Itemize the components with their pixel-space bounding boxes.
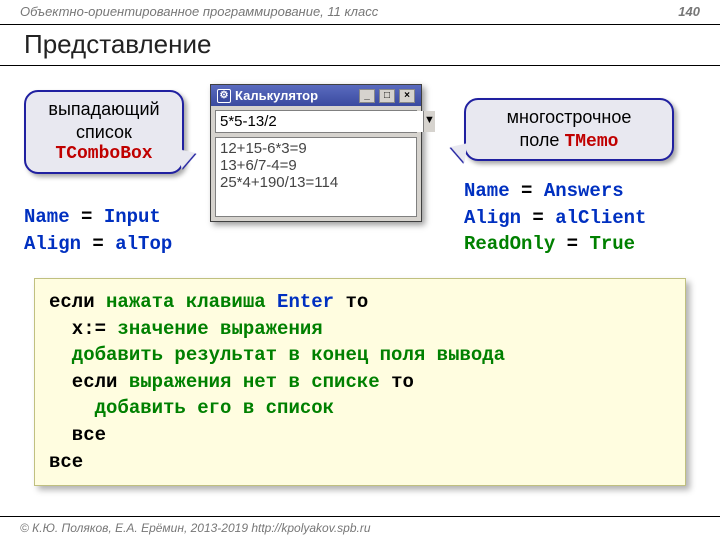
course-label: Объектно-ориентированное программировани…: [20, 4, 378, 18]
minimize-button[interactable]: _: [359, 89, 375, 103]
pseudocode-box: если нажата клавиша Enter то x:= значени…: [34, 278, 686, 486]
footer: © К.Ю. Поляков, Е.А. Ерёмин, 2013-2019 h…: [0, 516, 720, 540]
props-input: Name = Input Align = alTop: [24, 204, 172, 257]
close-button[interactable]: ×: [399, 89, 415, 103]
callout-line: поле TMemo: [480, 129, 658, 154]
callout-line: многострочное: [480, 106, 658, 129]
window-title: Калькулятор: [235, 88, 318, 103]
memo-output: 12+15-6*3=9 13+6/7-4=9 25*4+190/13=114: [215, 137, 417, 217]
calculator-window: ⚙ Калькулятор _ □ × ▼ 12+15-6*3=9 13+6/7…: [210, 84, 422, 222]
callout-line: список: [40, 121, 168, 144]
callout-line: выпадающий: [40, 98, 168, 121]
combo-input[interactable]: ▼: [215, 110, 417, 133]
content-area: выпадающий список TComboBox многострочно…: [0, 78, 720, 512]
page-number: 140: [678, 4, 700, 18]
app-icon: ⚙: [217, 89, 231, 103]
callout-tail-icon: [449, 141, 468, 163]
callout-memo: многострочное поле TMemo: [464, 98, 674, 161]
header-strip: Объектно-ориентированное программировани…: [0, 0, 720, 22]
expression-input[interactable]: [216, 111, 423, 132]
calculator-titlebar[interactable]: ⚙ Калькулятор _ □ ×: [211, 85, 421, 106]
callout-tail-icon: [179, 147, 198, 169]
chevron-down-icon[interactable]: ▼: [423, 111, 435, 132]
callout-class: TMemo: [564, 132, 618, 152]
callout-combobox: выпадающий список TComboBox: [24, 90, 184, 174]
callout-class: TComboBox: [40, 143, 168, 166]
props-answers: Name = Answers Align = alClient ReadOnly…: [464, 178, 646, 258]
maximize-button[interactable]: □: [379, 89, 395, 103]
page-title: Представление: [0, 24, 720, 66]
